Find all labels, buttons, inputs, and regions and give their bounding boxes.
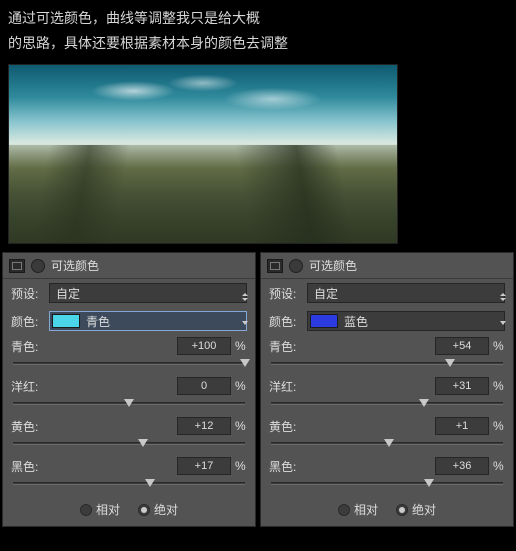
slider-track-yellow[interactable] xyxy=(13,437,245,451)
slider-black: 黑色: +36 % xyxy=(261,455,513,491)
slider-label-black: 黑色: xyxy=(11,458,38,475)
slider-track-black[interactable] xyxy=(13,477,245,491)
slider-track-yellow[interactable] xyxy=(271,437,503,451)
value-input-magenta[interactable]: +31 xyxy=(435,377,489,395)
slider-label-cyan: 青色: xyxy=(11,338,38,355)
caption-line-1: 通过可选颜色，曲线等调整我只是给大概 xyxy=(8,6,508,31)
pct-label: % xyxy=(235,459,247,473)
slider-label-yellow: 黄色: xyxy=(11,418,38,435)
slider-label-black: 黑色: xyxy=(269,458,296,475)
slider-thumb[interactable] xyxy=(445,359,455,367)
value-input-yellow[interactable]: +1 xyxy=(435,417,489,435)
color-name: 蓝色 xyxy=(344,313,368,330)
radio-absolute[interactable]: 绝对 xyxy=(396,501,436,518)
radio-relative[interactable]: 相对 xyxy=(80,501,120,518)
radio-relative[interactable]: 相对 xyxy=(338,501,378,518)
radio-label-absolute: 绝对 xyxy=(154,501,178,518)
preset-label: 预设: xyxy=(11,285,43,302)
preset-dropdown[interactable]: 自定 xyxy=(307,283,505,303)
pct-label: % xyxy=(235,379,247,393)
color-swatch xyxy=(52,314,80,328)
slider-track-black[interactable] xyxy=(271,477,503,491)
slider-black: 黑色: +17 % xyxy=(3,455,255,491)
preset-row: 预设: 自定 xyxy=(3,279,255,307)
slider-thumb[interactable] xyxy=(138,439,148,447)
slider-cyan: 青色: +100 % xyxy=(3,335,255,371)
radio-label-absolute: 绝对 xyxy=(412,501,436,518)
radio-absolute[interactable]: 绝对 xyxy=(138,501,178,518)
slider-label-magenta: 洋红: xyxy=(11,378,38,395)
slider-cyan: 青色: +54 % xyxy=(261,335,513,371)
preset-dropdown[interactable]: 自定 xyxy=(49,283,247,303)
pct-label: % xyxy=(493,419,505,433)
slider-thumb[interactable] xyxy=(145,479,155,487)
slider-thumb[interactable] xyxy=(384,439,394,447)
color-name: 青色 xyxy=(86,313,110,330)
slider-label-cyan: 青色: xyxy=(269,338,296,355)
color-dropdown[interactable]: 蓝色 xyxy=(307,311,505,331)
slider-thumb[interactable] xyxy=(124,399,134,407)
mode-radio-group: 相对 绝对 xyxy=(3,495,255,520)
color-row: 颜色: 蓝色 xyxy=(261,307,513,335)
slider-label-magenta: 洋红: xyxy=(269,378,296,395)
value-input-yellow[interactable]: +12 xyxy=(177,417,231,435)
color-dropdown[interactable]: 青色 xyxy=(49,311,247,331)
value-input-black[interactable]: +17 xyxy=(177,457,231,475)
caption-line-2: 的思路，具体还要根据素材本身的颜色去调整 xyxy=(8,31,508,56)
value-input-cyan[interactable]: +54 xyxy=(435,337,489,355)
selective-color-panel-left: 可选颜色 预设: 自定 颜色: 青色 青色: +100 % xyxy=(2,252,256,527)
slider-track-cyan[interactable] xyxy=(271,357,503,371)
value-input-cyan[interactable]: +100 xyxy=(177,337,231,355)
radio-icon xyxy=(138,504,150,516)
radio-icon xyxy=(396,504,408,516)
slider-magenta: 洋红: 0 % xyxy=(3,375,255,411)
panels-container: 可选颜色 预设: 自定 颜色: 青色 青色: +100 % xyxy=(0,252,516,527)
color-label: 颜色: xyxy=(11,313,43,330)
color-row: 颜色: 青色 xyxy=(3,307,255,335)
preview-image xyxy=(8,64,398,244)
pct-label: % xyxy=(493,459,505,473)
panel-title: 可选颜色 xyxy=(309,257,357,274)
slider-track-magenta[interactable] xyxy=(271,397,503,411)
adjustment-icon xyxy=(9,259,25,273)
pct-label: % xyxy=(235,339,247,353)
value-input-magenta[interactable]: 0 xyxy=(177,377,231,395)
slider-thumb[interactable] xyxy=(419,399,429,407)
panel-header: 可选颜色 xyxy=(3,253,255,279)
preset-value: 自定 xyxy=(56,285,80,302)
panel-title: 可选颜色 xyxy=(51,257,99,274)
value-input-black[interactable]: +36 xyxy=(435,457,489,475)
radio-label-relative: 相对 xyxy=(96,501,120,518)
slider-track-magenta[interactable] xyxy=(13,397,245,411)
mask-icon xyxy=(289,259,303,273)
slider-thumb[interactable] xyxy=(240,359,250,367)
preset-label: 预设: xyxy=(269,285,301,302)
color-label: 颜色: xyxy=(269,313,301,330)
radio-icon xyxy=(80,504,92,516)
slider-thumb[interactable] xyxy=(424,479,434,487)
mask-icon xyxy=(31,259,45,273)
slider-yellow: 黄色: +1 % xyxy=(261,415,513,451)
pct-label: % xyxy=(493,339,505,353)
preset-row: 预设: 自定 xyxy=(261,279,513,307)
radio-label-relative: 相对 xyxy=(354,501,378,518)
caption-text: 通过可选颜色，曲线等调整我只是给大概 的思路，具体还要根据素材本身的颜色去调整 xyxy=(0,0,516,60)
selective-color-panel-right: 可选颜色 预设: 自定 颜色: 蓝色 青色: +54 % xyxy=(260,252,514,527)
panel-header: 可选颜色 xyxy=(261,253,513,279)
slider-track-cyan[interactable] xyxy=(13,357,245,371)
slider-magenta: 洋红: +31 % xyxy=(261,375,513,411)
pct-label: % xyxy=(235,419,247,433)
color-swatch xyxy=(310,314,338,328)
pct-label: % xyxy=(493,379,505,393)
slider-label-yellow: 黄色: xyxy=(269,418,296,435)
slider-yellow: 黄色: +12 % xyxy=(3,415,255,451)
mode-radio-group: 相对 绝对 xyxy=(261,495,513,520)
adjustment-icon xyxy=(267,259,283,273)
preset-value: 自定 xyxy=(314,285,338,302)
radio-icon xyxy=(338,504,350,516)
